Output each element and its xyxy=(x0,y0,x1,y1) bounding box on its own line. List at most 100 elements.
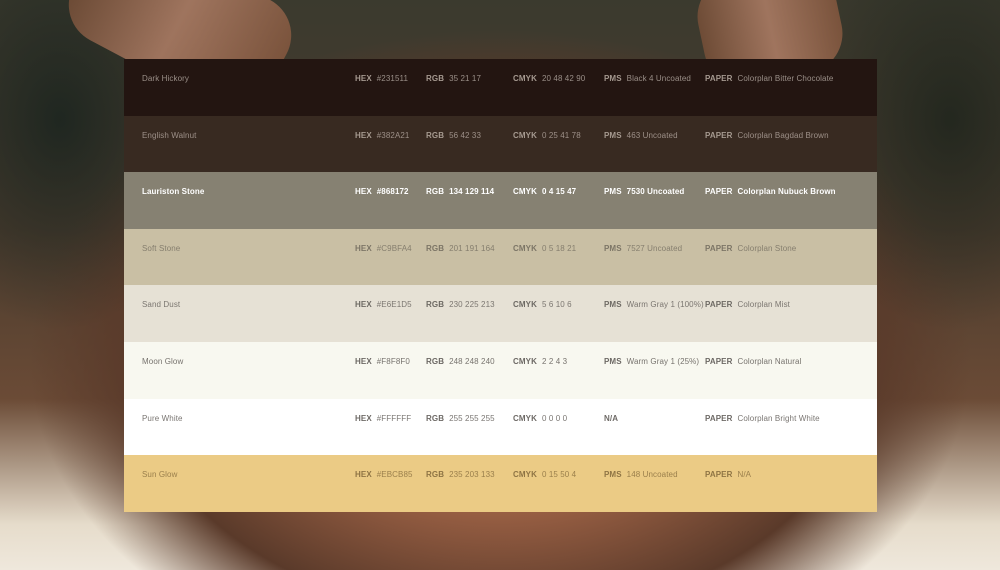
hex-cell: HEX #E6E1D5 xyxy=(355,300,412,309)
cmyk-cell: CMYK 20 48 42 90 xyxy=(513,74,585,83)
hex-value: #868172 xyxy=(376,187,409,197)
cmyk-cell: CMYK 0 25 41 78 xyxy=(513,131,581,140)
cmyk-cell: CMYK 5 6 10 6 xyxy=(513,300,572,309)
pms-cell: N/A xyxy=(604,414,623,423)
paper-cell: PAPER Colorplan Natural xyxy=(705,357,801,366)
hex-cell: HEX #231511 xyxy=(355,74,408,83)
rgb-label: RGB xyxy=(426,413,445,423)
hex-value: #C9BFA4 xyxy=(376,243,412,253)
hex-value: #F8F8F0 xyxy=(376,356,410,366)
hex-value: #FFFFFF xyxy=(376,413,412,423)
rgb-cell: RGB 230 225 213 xyxy=(426,300,495,309)
hex-cell: HEX #F8F8F0 xyxy=(355,357,410,366)
cmyk-label: CMYK xyxy=(513,74,537,83)
paper-value: Colorplan Natural xyxy=(737,356,802,366)
cmyk-cell: CMYK 2 2 4 3 xyxy=(513,357,567,366)
rgb-value: 35 21 17 xyxy=(449,74,482,83)
paper-label: PAPER xyxy=(705,130,733,140)
swatch-row: Lauriston Stone HEX #868172 RGB 134 129 11… xyxy=(124,172,877,229)
paper-cell: PAPER Colorplan Bagdad Brown xyxy=(705,131,829,140)
rgb-cell: RGB 56 42 33 xyxy=(426,131,481,140)
paper-value: Colorplan Bagdad Brown xyxy=(737,130,829,140)
pms-cell: PMS 148 Uncoated xyxy=(604,470,678,479)
swatch-name: Lauriston Stone xyxy=(142,187,205,197)
pms-cell: PMS Black 4 Uncoated xyxy=(604,74,691,83)
pms-label: PMS xyxy=(604,130,622,140)
pms-value: N/A xyxy=(604,413,619,423)
cmyk-value: 0 25 41 78 xyxy=(541,130,581,140)
paper-label: PAPER xyxy=(705,187,733,197)
rgb-label: RGB xyxy=(426,74,445,83)
pms-cell: PMS 463 Uncoated xyxy=(604,131,678,140)
hex-cell: HEX #C9BFA4 xyxy=(355,244,412,253)
hex-value: #E6E1D5 xyxy=(376,300,412,310)
swatch-name: Sand Dust xyxy=(142,300,181,310)
swatch-row: Moon Glow HEX #F8F8F0 RGB 248 248 240 CMYK… xyxy=(124,341,877,399)
swatch-row: Sand Dust HEX #E6E1D5 RGB 230 225 213 CMYK… xyxy=(124,285,877,342)
rgb-value: 255 255 255 xyxy=(449,413,495,423)
hex-value: #382A21 xyxy=(376,130,410,140)
swatch-name: Moon Glow xyxy=(142,356,184,366)
rgb-label: RGB xyxy=(426,300,445,310)
rgb-cell: RGB 35 21 17 xyxy=(426,74,481,83)
cmyk-label: CMYK xyxy=(513,413,537,423)
rgb-cell: RGB 248 248 240 xyxy=(426,357,495,366)
paper-label: PAPER xyxy=(705,74,733,83)
hex-label: HEX xyxy=(355,187,372,197)
pms-label: PMS xyxy=(604,74,622,83)
pms-value: 7530 Uncoated xyxy=(626,187,685,197)
swatch-row: Sun Glow HEX #EBCB85 RGB 235 203 133 CMYK 0… xyxy=(124,455,877,512)
hex-value: #EBCB85 xyxy=(376,470,413,480)
hex-cell: HEX #EBCB85 xyxy=(355,470,413,479)
paper-value: Colorplan Bright White xyxy=(737,413,820,423)
swatch-name: English Walnut xyxy=(142,130,197,140)
pms-cell: PMS 7527 Uncoated xyxy=(604,244,682,253)
hex-label: HEX xyxy=(355,243,372,253)
hex-value: #231511 xyxy=(376,74,409,83)
hex-cell: HEX #868172 xyxy=(355,187,409,196)
paper-label: PAPER xyxy=(705,356,733,366)
rgb-value: 248 248 240 xyxy=(449,356,495,366)
rgb-label: RGB xyxy=(426,356,445,366)
paper-label: PAPER xyxy=(705,413,733,423)
swatch-name: Sun Glow xyxy=(142,470,178,480)
pms-value: Black 4 Uncoated xyxy=(626,74,691,83)
cmyk-value: 2 2 4 3 xyxy=(541,356,568,366)
pms-label: PMS xyxy=(604,187,622,197)
cmyk-value: 0 5 18 21 xyxy=(541,243,577,253)
paper-value: Colorplan Nubuck Brown xyxy=(737,187,836,197)
rgb-cell: RGB 235 203 133 xyxy=(426,470,495,479)
paper-cell: PAPER Colorplan Mist xyxy=(705,300,790,309)
rgb-value: 134 129 114 xyxy=(449,187,495,197)
hex-label: HEX xyxy=(355,300,372,310)
rgb-cell: RGB 255 255 255 xyxy=(426,414,495,423)
rgb-value: 230 225 213 xyxy=(449,300,495,310)
cmyk-label: CMYK xyxy=(513,187,537,197)
paper-cell: PAPER Colorplan Bright White xyxy=(705,414,820,423)
hex-label: HEX xyxy=(355,413,372,423)
rgb-label: RGB xyxy=(426,130,445,140)
pms-label: PMS xyxy=(604,470,622,480)
swatch-name: Pure White xyxy=(142,413,183,423)
hex-label: HEX xyxy=(355,470,372,480)
pms-cell: PMS Warm Gray 1 (100%) xyxy=(604,300,704,309)
swatch-row: Dark Hickory HEX #231511 RGB 35 21 17 CMYK… xyxy=(124,59,877,116)
cmyk-value: 0 0 0 0 xyxy=(541,413,568,423)
paper-cell: PAPER Colorplan Nubuck Brown xyxy=(705,187,836,196)
pms-label: PMS xyxy=(604,300,622,310)
cmyk-value: 0 15 50 4 xyxy=(541,470,577,480)
rgb-value: 56 42 33 xyxy=(449,130,482,140)
paper-cell: PAPER Colorplan Bitter Chocolate xyxy=(705,74,833,83)
pms-value: 7527 Uncoated xyxy=(626,243,683,253)
swatch-name: Soft Stone xyxy=(142,243,181,253)
swatch-row: Pure White HEX #FFFFFF RGB 255 255 255 CMY… xyxy=(124,398,877,456)
pms-label: PMS xyxy=(604,356,622,366)
swatch-row: Soft Stone HEX #C9BFA4 RGB 201 191 164 CMY… xyxy=(124,228,877,286)
pms-value: Warm Gray 1 (100%) xyxy=(626,300,704,310)
pms-cell: PMS 7530 Uncoated xyxy=(604,187,684,196)
cmyk-value: 20 48 42 90 xyxy=(541,74,586,83)
rgb-label: RGB xyxy=(426,187,445,197)
paper-label: PAPER xyxy=(705,243,733,253)
cmyk-cell: CMYK 0 4 15 47 xyxy=(513,187,576,196)
hex-cell: HEX #FFFFFF xyxy=(355,414,411,423)
